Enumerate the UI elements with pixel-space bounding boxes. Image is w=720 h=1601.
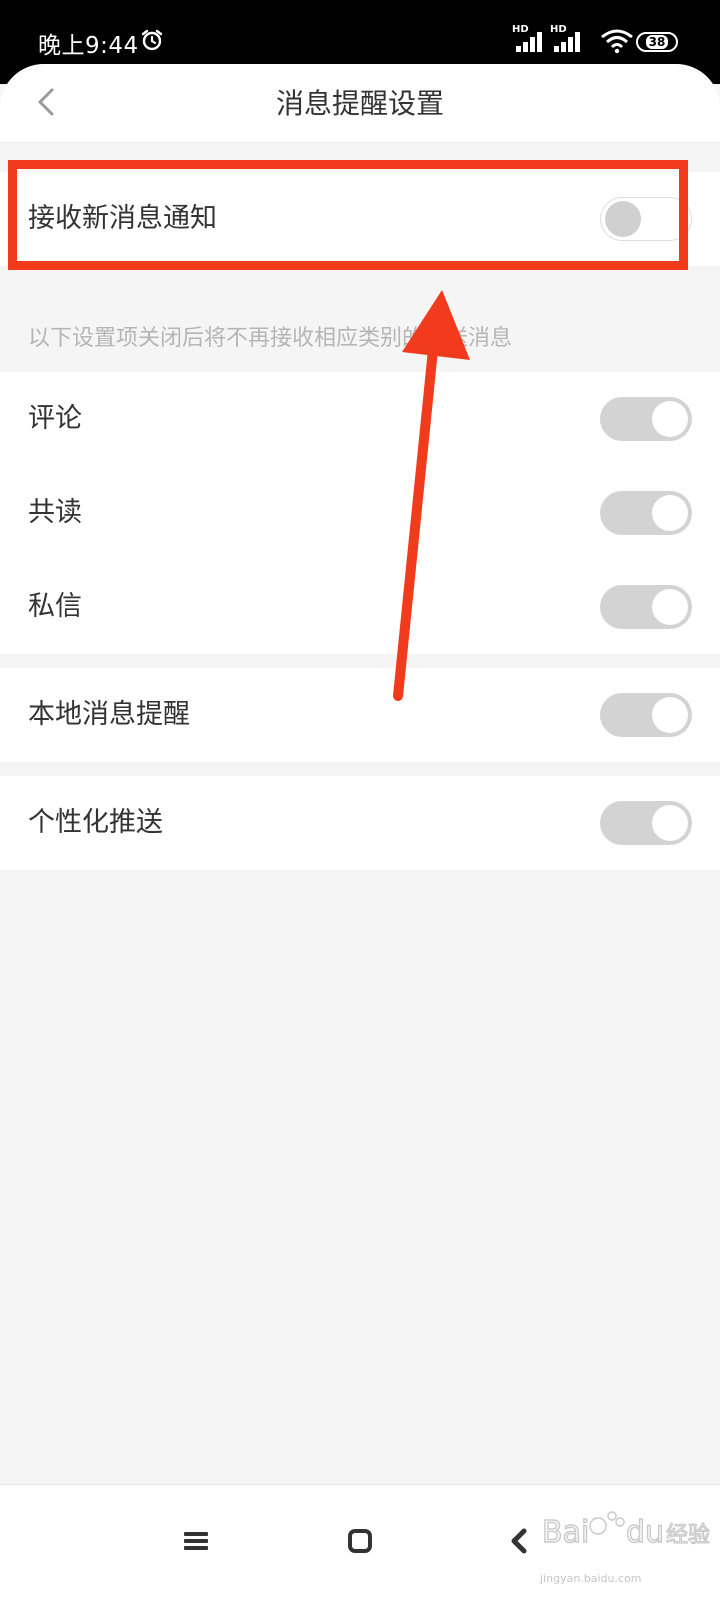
setting-row-local-reminder: 本地消息提醒 (0, 668, 720, 762)
page-title: 消息提醒设置 (275, 87, 444, 120)
local-reminder-toggle[interactable] (600, 693, 692, 737)
status-time: 晚上9:44 (38, 33, 139, 59)
back-icon[interactable] (500, 1521, 540, 1561)
co-reading-toggle[interactable] (600, 491, 692, 535)
setting-label: 接收新消息通知 (28, 203, 217, 234)
setting-label: 私信 (28, 591, 82, 622)
setting-row-co-reading: 共读 (0, 466, 720, 560)
main-setting-section: 接收新消息通知 (0, 172, 720, 266)
home-icon[interactable] (340, 1521, 380, 1561)
watermark-url: jingyan.baidu.com (540, 1572, 642, 1585)
battery-level: 38 (645, 35, 669, 49)
toggle-knob (652, 401, 688, 437)
personalized-push-section: 个性化推送 (0, 776, 720, 870)
setting-label: 评论 (28, 403, 82, 434)
setting-row-receive-notifications: 接收新消息通知 (0, 172, 720, 266)
category-section: 评论 共读 私信 (0, 372, 720, 654)
personalized-push-toggle[interactable] (600, 801, 692, 845)
signal-icon: HD (550, 24, 586, 54)
toggle-knob (652, 697, 688, 733)
wifi-icon (601, 29, 633, 54)
comments-toggle[interactable] (600, 397, 692, 441)
receive-notifications-toggle[interactable] (600, 197, 692, 241)
category-hint-text: 以下设置项关闭后将不再接收相应类别的推送消息 (28, 326, 513, 351)
toggle-knob (652, 589, 688, 625)
setting-label: 共读 (28, 497, 82, 528)
signal-icon: HD (512, 24, 548, 54)
setting-row-personalized-push: 个性化推送 (0, 776, 720, 870)
header: 消息提醒设置 (0, 64, 720, 143)
setting-row-comments: 评论 (0, 372, 720, 466)
menu-icon[interactable] (176, 1521, 216, 1561)
toggle-knob (605, 201, 641, 237)
settings-page: 消息提醒设置 接收新消息通知 以下设置项关闭后将不再接收相应类别的推送消息 评论… (0, 64, 720, 1600)
setting-label: 个性化推送 (28, 807, 163, 838)
battery-icon: 38 (636, 32, 678, 52)
setting-row-private-messages: 私信 (0, 560, 720, 654)
toggle-knob (652, 495, 688, 531)
toggle-knob (652, 805, 688, 841)
alarm-icon (141, 29, 163, 51)
private-messages-toggle[interactable] (600, 585, 692, 629)
setting-label: 本地消息提醒 (28, 699, 190, 730)
local-reminder-section: 本地消息提醒 (0, 668, 720, 762)
